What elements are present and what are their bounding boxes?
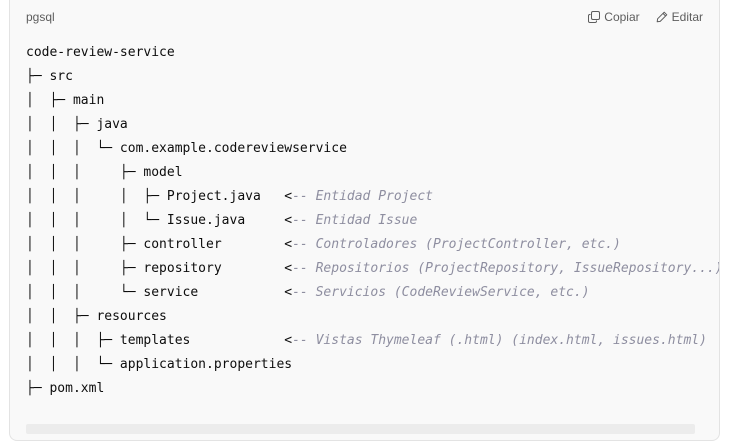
language-label: pgsql — [26, 10, 55, 24]
copy-button[interactable]: Copiar — [588, 10, 640, 24]
horizontal-scrollbar[interactable] — [26, 424, 695, 434]
code-line: ├─ src — [26, 65, 719, 89]
code-line: │ │ │ └─ com.example.codereviewservice — [26, 137, 719, 161]
code-comment: <-- Entidad Project — [284, 189, 433, 204]
code-text: │ │ │ └─ application.properties — [26, 357, 293, 372]
code-block-actions: Copiar Editar — [588, 10, 703, 24]
code-text: │ │ │ ├─ model — [26, 165, 183, 180]
code-text: │ │ │ └─ com.example.codereviewservice — [26, 141, 347, 156]
code-line: │ │ │ │ ├─ Project.java <-- Entidad Proj… — [26, 185, 719, 209]
code-text: │ │ │ └─ service — [26, 285, 285, 300]
code-line: │ │ │ └─ service <-- Servicios (CodeRevi… — [26, 281, 719, 305]
code-line: ├─ pom.xml — [26, 377, 719, 401]
copy-icon — [588, 11, 601, 23]
code-comment: <-- Repositorios (ProjectRepository, Iss… — [284, 261, 720, 276]
code-text: │ │ │ ├─ controller — [26, 237, 285, 252]
code-comment: <-- Controladores (ProjectController, et… — [284, 237, 621, 252]
code-text: │ │ │ ├─ templates — [26, 333, 285, 348]
code-comment: <-- Servicios (CodeReviewService, etc.) — [284, 285, 590, 300]
edit-button-label: Editar — [671, 10, 703, 24]
code-text: │ │ │ ├─ repository — [26, 261, 285, 276]
code-text: │ │ ├─ resources — [26, 309, 167, 324]
code-content: code-review-service ├─ src │ ├─ main │ │ ├─… — [26, 41, 720, 401]
code-line: │ │ │ └─ application.properties — [26, 353, 719, 377]
code-text: │ ├─ main — [26, 93, 105, 108]
code-block-header: pgsql Copiar Editar — [10, 1, 719, 33]
code-text: │ │ │ │ └─ Issue.java — [26, 213, 285, 228]
code-text: ├─ pom.xml — [26, 381, 105, 396]
edit-button[interactable]: Editar — [656, 10, 703, 24]
code-text: code-review-service — [26, 45, 175, 60]
pencil-icon — [656, 11, 668, 23]
code-line: │ │ │ ├─ controller <-- Controladores (P… — [26, 233, 719, 257]
code-line: │ │ │ ├─ model — [26, 161, 719, 185]
code-line: code-review-service — [26, 41, 719, 65]
code-line: │ │ │ ├─ templates <-- Vistas Thymeleaf … — [26, 329, 719, 353]
code-comment: <-- Vistas Thymeleaf (.html) (index.html… — [284, 333, 707, 348]
code-line: │ │ ├─ java — [26, 113, 719, 137]
code-comment: <-- Entidad Issue — [284, 213, 418, 228]
code-text: │ │ ├─ java — [26, 117, 128, 132]
code-line: │ │ │ ├─ repository <-- Repositorios (Pr… — [26, 257, 720, 281]
code-line: │ ├─ main — [26, 89, 719, 113]
code-text: ├─ src — [26, 69, 73, 84]
code-block: pgsql Copiar Editar code-review-service … — [9, 0, 720, 441]
code-text: │ │ │ │ ├─ Project.java — [26, 189, 285, 204]
copy-button-label: Copiar — [604, 10, 640, 24]
code-line: │ │ ├─ resources — [26, 305, 719, 329]
code-line: │ │ │ │ └─ Issue.java <-- Entidad Issue — [26, 209, 719, 233]
